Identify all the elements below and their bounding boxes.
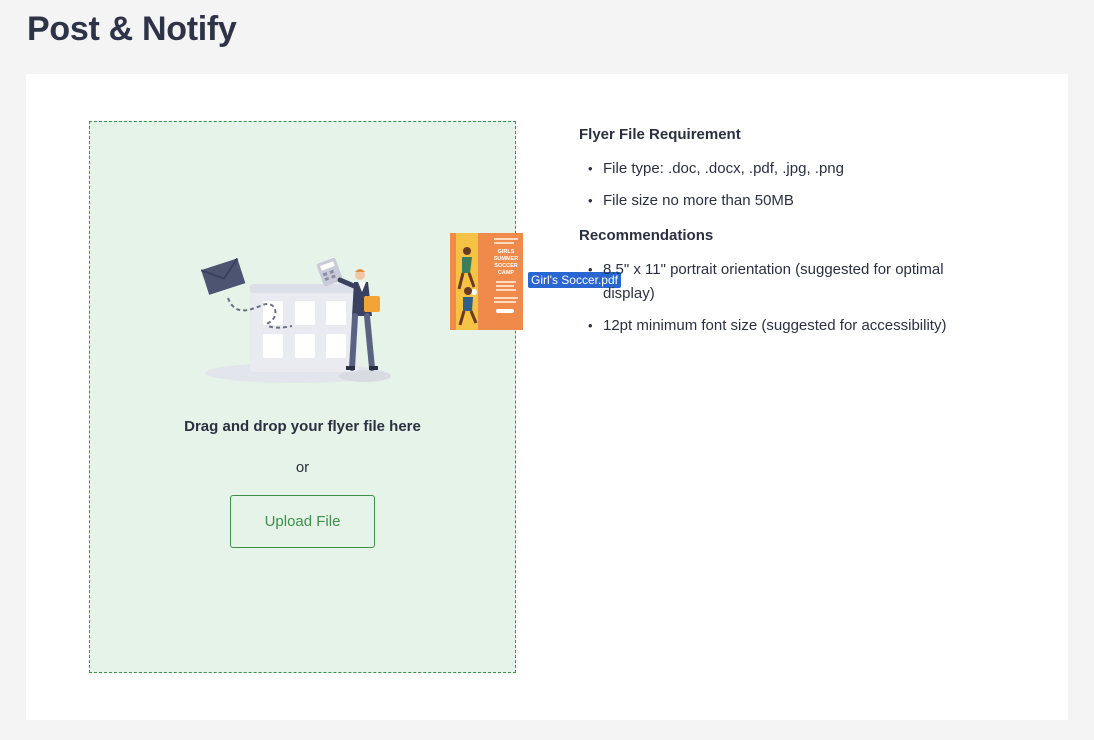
recommendations-list: 8.5" x 11" portrait orientation (suggest…	[579, 258, 999, 338]
recommendation-orientation: 8.5" x 11" portrait orientation (suggest…	[579, 258, 999, 306]
requirements-list: File type: .doc, .docx, .pdf, .jpg, .png…	[579, 157, 999, 213]
dragged-file-thumbnail[interactable]: GIRLS SUMMER SOCCER CAMP	[450, 233, 523, 330]
page-title: Post & Notify	[27, 10, 237, 48]
drop-instruction: Drag and drop your flyer file here	[184, 418, 421, 435]
flyer-line-1: GIRLS	[498, 249, 515, 255]
recommendations-heading: Recommendations	[579, 227, 714, 244]
upload-file-button[interactable]: Upload File	[230, 495, 375, 548]
upload-illustration	[200, 258, 391, 383]
file-requirements-panel: Flyer File Requirement File type: .doc, …	[579, 126, 999, 352]
flyer-line-3: SOCCER	[494, 263, 518, 269]
requirement-file-type: File type: .doc, .docx, .pdf, .jpg, .png	[579, 157, 999, 181]
recommendation-font-size: 12pt minimum font size (suggested for ac…	[579, 314, 999, 338]
flyer-line-4: CAMP	[498, 270, 515, 276]
flyer-line-2: SUMMER	[494, 256, 518, 262]
flyer-preview-icon: GIRLS SUMMER SOCCER CAMP	[450, 233, 523, 330]
content-card: Drag and drop your flyer file here or Up…	[26, 74, 1068, 720]
requirements-heading: Flyer File Requirement	[579, 126, 741, 143]
requirement-file-size: File size no more than 50MB	[579, 189, 999, 213]
file-dropzone[interactable]: Drag and drop your flyer file here or Up…	[89, 121, 621, 673]
or-separator: or	[295, 459, 310, 476]
